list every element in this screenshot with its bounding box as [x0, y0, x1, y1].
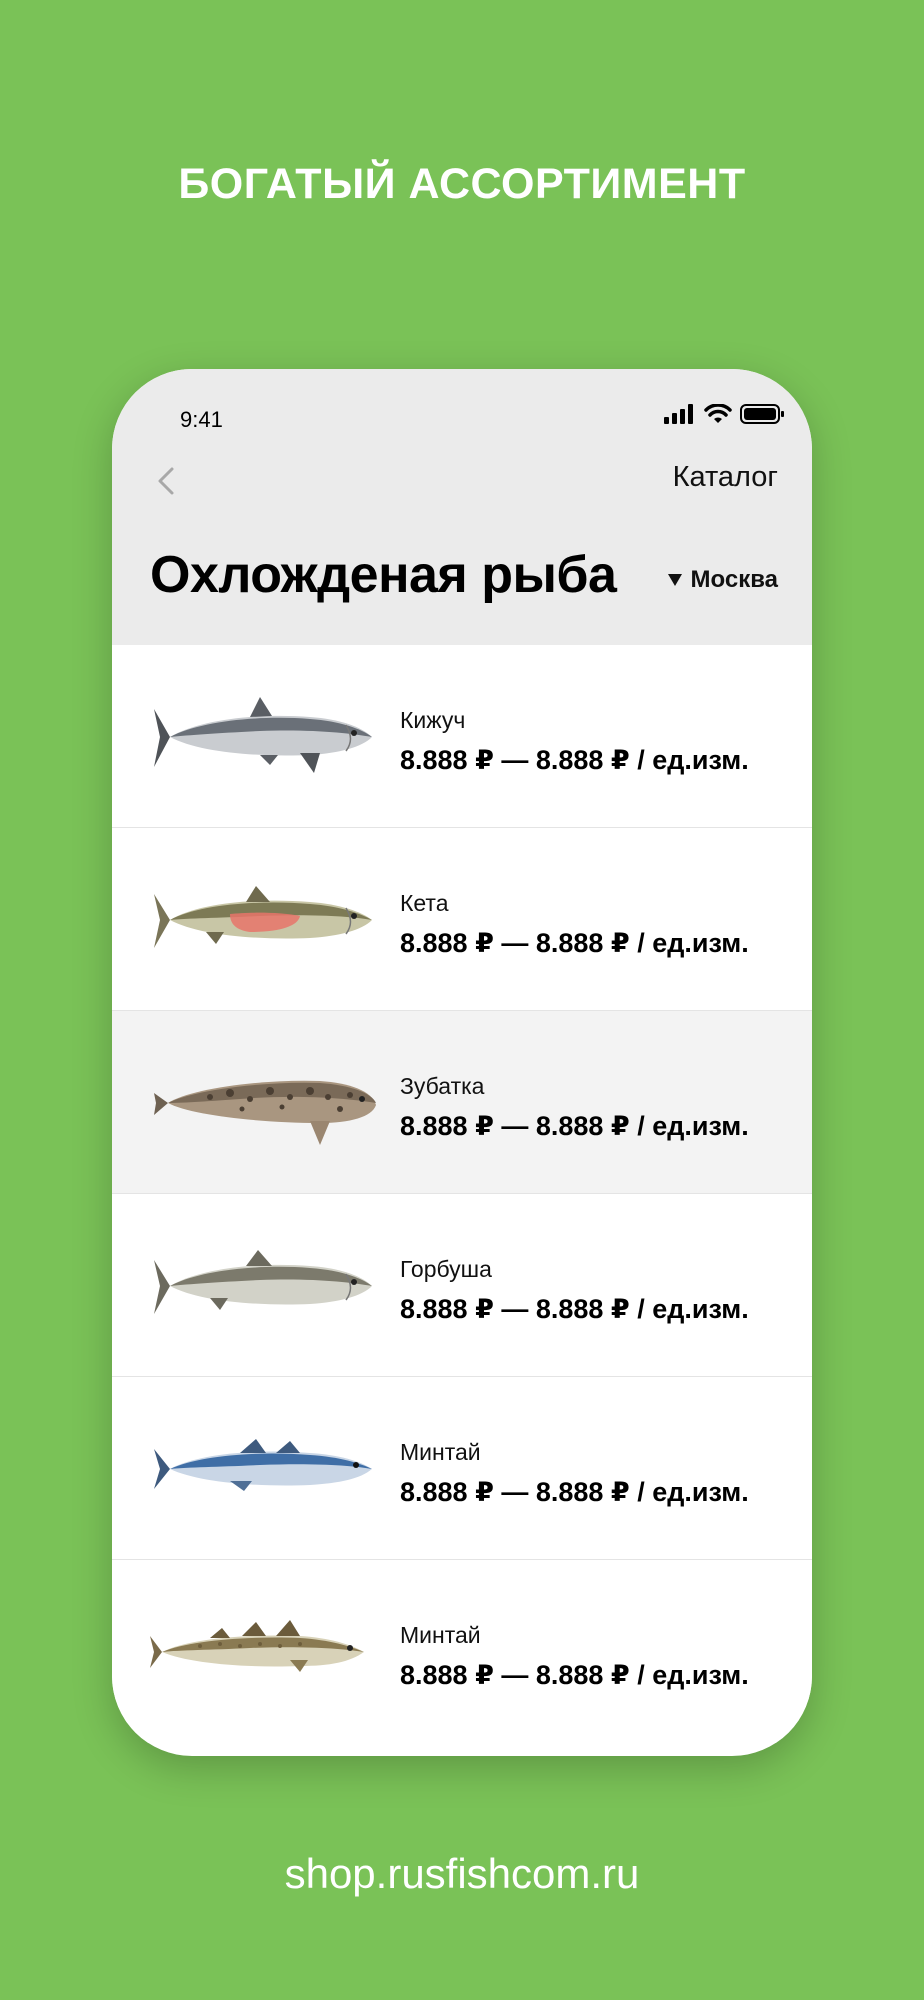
chum-salmon-image — [154, 886, 372, 948]
list-item[interactable]: Горбуша 8.888 ₽ — 8.888 ₽ / ед.изм. — [112, 1194, 812, 1377]
product-list: Кижуч 8.888 ₽ — 8.888 ₽ / ед.изм. Кета 8… — [112, 645, 812, 1743]
triangle-down-icon — [667, 574, 682, 586]
item-price: 8.888 ₽ — 8.888 ₽ / ед.изм. — [400, 928, 749, 958]
city-selector[interactable]: Москва — [667, 566, 778, 594]
wifi-icon — [704, 404, 732, 423]
item-price: 8.888 ₽ — 8.888 ₽ / ед.изм. — [400, 1660, 749, 1690]
item-name: Минтай — [400, 1622, 481, 1648]
cod-image — [150, 1620, 364, 1672]
signal-icon — [664, 404, 693, 424]
item-price: 8.888 ₽ — 8.888 ₽ / ед.изм. — [400, 1111, 749, 1141]
item-price: 8.888 ₽ — 8.888 ₽ / ед.изм. — [400, 1294, 749, 1324]
list-item[interactable]: Кета 8.888 ₽ — 8.888 ₽ / ед.изм. — [112, 828, 812, 1011]
phone-screen: 9:41 Каталог Охложденая рыба Москва Кижу… — [112, 369, 812, 1756]
back-button[interactable] — [150, 461, 190, 501]
coho-salmon-image — [154, 697, 372, 773]
item-name: Зубатка — [400, 1073, 485, 1099]
wolffish-image — [154, 1080, 376, 1145]
pollock-image — [154, 1439, 372, 1491]
list-item[interactable]: Кижуч 8.888 ₽ — 8.888 ₽ / ед.изм. — [112, 645, 812, 828]
chevron-left-icon — [158, 467, 174, 495]
page-title: Охложденая рыба — [150, 546, 617, 604]
list-item[interactable]: Зубатка 8.888 ₽ — 8.888 ₽ / ед.изм. — [112, 1011, 812, 1194]
item-name: Кижуч — [400, 707, 466, 733]
status-time: 9:41 — [180, 407, 223, 432]
item-name: Минтай — [400, 1439, 481, 1465]
promo-headline: БОГАТЫЙ АССОРТИМЕНТ — [178, 160, 746, 208]
item-price: 8.888 ₽ — 8.888 ₽ / ед.изм. — [400, 1477, 749, 1507]
catalog-link[interactable]: Каталог — [673, 461, 778, 494]
footer-url[interactable]: shop.rusfishcom.ru — [0, 1850, 924, 1898]
item-price: 8.888 ₽ — 8.888 ₽ / ед.изм. — [400, 745, 749, 775]
list-item[interactable]: Минтай 8.888 ₽ — 8.888 ₽ / ед.изм. — [112, 1377, 812, 1560]
battery-icon — [740, 404, 784, 424]
item-name: Горбуша — [400, 1256, 492, 1282]
pink-salmon-image — [154, 1250, 372, 1314]
app-header: 9:41 Каталог Охложденая рыба Москва — [112, 369, 812, 645]
status-icons — [664, 403, 786, 425]
list-item[interactable]: Минтай 8.888 ₽ — 8.888 ₽ / ед.изм. — [112, 1560, 812, 1743]
city-label: Москва — [690, 566, 778, 593]
item-name: Кета — [400, 890, 449, 916]
